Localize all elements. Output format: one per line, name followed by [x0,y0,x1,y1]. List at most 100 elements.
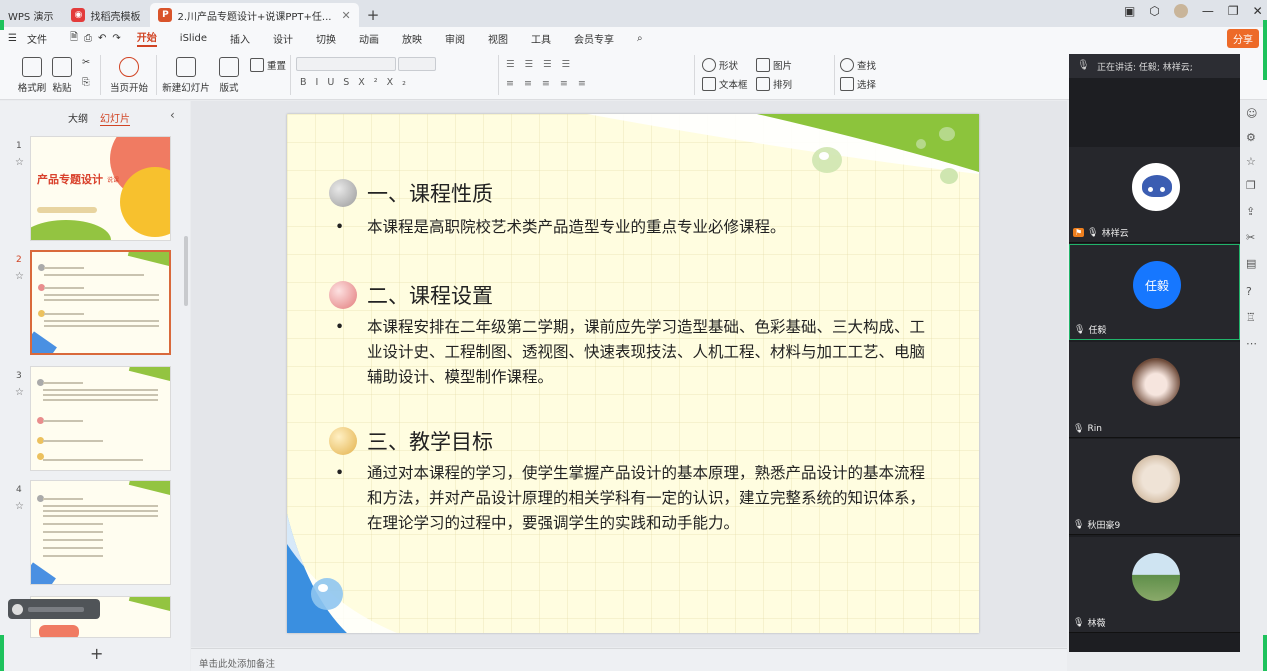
tools-icon[interactable]: ✂ [1246,231,1255,244]
layout-button[interactable]: 版式 [212,57,246,94]
tab-docer-template[interactable]: ◉ 找稻壳模板 [63,3,148,27]
close-tab-icon[interactable]: ✕ [341,9,350,22]
participant-tile[interactable]: 🎙 秋田豪9 [1069,439,1240,535]
notes-field[interactable]: 单击此处添加备注 [191,648,1067,671]
collapse-panel-icon[interactable]: ‹ [170,108,175,122]
thumb-line [43,531,103,533]
paste-button[interactable]: 粘贴 [40,57,84,94]
thumb-deco [128,367,170,383]
star-icon[interactable]: ☆ [15,501,24,512]
tab-outline[interactable]: 大纲 [68,110,88,126]
new-tab-button[interactable]: + [367,3,380,27]
participant-tile[interactable]: 🎙 林薇 [1069,537,1240,633]
menu-insert[interactable]: 插入 [230,31,250,46]
slide-thumb-4[interactable] [30,480,171,585]
share-frame-accent [0,635,4,671]
menu-home[interactable]: 开始 [136,29,157,47]
star-icon[interactable]: ☆ [15,157,24,168]
slide-canvas[interactable]: 一、课程性质 • 本课程是高职院校艺术类产品造型专业的重点专业必修课程。 二、课… [287,114,979,633]
alignment-buttons[interactable]: ≡≡≡≡≡ [506,78,596,89]
menu-file[interactable]: 文件 [27,31,47,46]
shirt-icon[interactable]: ♖ [1246,311,1256,324]
picture-icon [756,58,770,72]
print-icon[interactable]: ⎙ [84,33,92,44]
copy-icon[interactable]: ⎘ [82,77,90,88]
avatar-initials: 任毅 [1144,278,1169,293]
participant-tile[interactable]: ⚑ 🎙 林祥云 [1069,147,1240,243]
slide-thumb-2[interactable] [30,250,171,355]
bullet-icon: • [335,218,345,236]
share-screen-icon[interactable]: ⇪ [1246,205,1255,218]
menu-review[interactable]: 审阅 [445,31,465,46]
textbox-button[interactable]: 文本框 [702,77,748,91]
save-icon[interactable]: 🗎 [70,30,78,47]
layout-icon[interactable]: ▣ [1124,4,1135,18]
more-icon[interactable]: ⋯ [1246,337,1257,350]
copy-icon[interactable]: ❐ [1246,179,1256,192]
close-window-icon[interactable]: ✕ [1253,4,1263,18]
shape-button[interactable]: 形状 [702,58,738,72]
slide-thumb-1[interactable]: 产品专题设计 说课 [30,136,171,241]
menu-tools[interactable]: 工具 [531,31,551,46]
star-icon[interactable]: ☆ [15,387,24,398]
box-icon[interactable]: ⬡ [1149,4,1159,18]
document-tab-label: 2.川产品专题设计+说课PPT+任... [177,11,332,23]
menu-membership[interactable]: 会员专享 [574,31,614,46]
menu-design[interactable]: 设计 [273,31,293,46]
thumb-deco [128,597,170,613]
find-icon [840,58,854,72]
menu-transition[interactable]: 切换 [316,31,336,46]
arrange-button[interactable]: 排列 [756,77,792,91]
thumb-number: 4 [16,485,22,495]
tab-current-document[interactable]: P 2.川产品专题设计+说课PPT+任... ✕ [150,3,359,27]
thumb-line [43,515,158,517]
section-2-body: • 本课程安排在二年级第二学期，课前应先学习造型基础、色彩基础、三大构成、工业设… [335,315,937,390]
participant-tile-active[interactable]: 任毅 🎙 任毅 [1069,244,1240,340]
window-controls: ▣ ⬡ — ❐ ✕ [1124,4,1263,18]
help-icon[interactable]: ? [1246,285,1252,298]
book-icon[interactable]: ▤ [1246,257,1256,270]
paragraph-buttons[interactable]: ☰☰☰☰ [506,59,580,70]
select-button[interactable]: 选择 [840,77,876,91]
slide-thumb-3[interactable] [30,366,171,471]
menu-animation[interactable]: 动画 [359,31,379,46]
tab-slides[interactable]: 幻灯片 [100,110,130,126]
minimize-icon[interactable]: — [1202,4,1214,18]
play-from-current-button[interactable]: 当页开始 [106,57,152,94]
thumbnail-scrollbar[interactable] [184,236,188,306]
menu-islide[interactable]: iSlide [180,33,207,44]
search-icon[interactable]: ⌕ [637,33,643,44]
meeting-video-panel: 🎙 正在讲话: 任毅; 林祥云; ⚑ 🎙 林祥云 任毅 🎙 任毅 🎙 Rin 🎙… [1069,54,1240,652]
redo-icon[interactable]: ↷ [112,33,120,44]
cut-icon[interactable]: ✂ [82,57,90,68]
undo-icon[interactable]: ↶ [98,33,106,44]
arrange-icon [756,77,770,91]
font-family-select[interactable] [296,57,396,71]
thumb-deco [31,562,56,584]
font-style-buttons[interactable]: BIUSX²X₂ [300,77,415,88]
reset-button[interactable]: 重置 [250,58,286,72]
new-slide-icon [176,57,196,77]
add-slide-button[interactable]: + [90,644,103,663]
thumb-number: 1 [16,141,22,151]
cartoon-avatar-eye [1148,187,1153,192]
share-button[interactable]: 分享 [1227,29,1259,48]
new-slide-button[interactable]: 新建幻灯片 [162,57,210,94]
tab-wps-home[interactable]: WPS 演示 [0,3,61,27]
chat-bubble-icon[interactable]: ☺ [1246,107,1257,120]
find-button[interactable]: 查找 [840,58,876,72]
menu-view[interactable]: 视图 [488,31,508,46]
thumb-line [43,389,158,391]
font-size-select[interactable] [398,57,436,71]
star-icon[interactable]: ☆ [1246,155,1256,168]
ribbon-separator [156,55,157,95]
settings-sliders-icon[interactable]: ⚙ [1246,131,1256,144]
hamburger-icon[interactable]: ☰ [8,33,17,44]
restore-icon[interactable]: ❐ [1228,4,1239,18]
picture-button[interactable]: 图片 [756,58,792,72]
menu-slideshow[interactable]: 放映 [402,31,422,46]
star-icon[interactable]: ☆ [15,271,24,282]
user-avatar-icon[interactable] [1173,4,1188,18]
participant-tile[interactable]: 🎙 Rin [1069,342,1240,438]
meeting-chat-pill[interactable] [8,599,100,619]
